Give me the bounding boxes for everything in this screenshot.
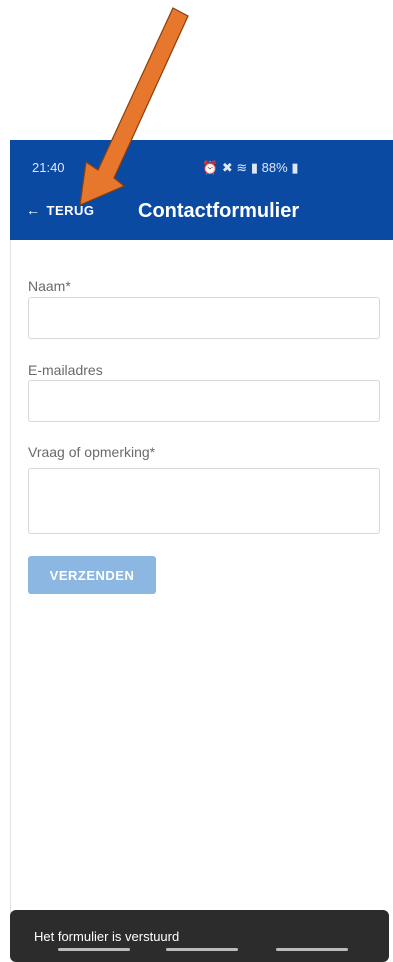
page-title: Contactformulier <box>138 200 300 222</box>
nav-bar-right <box>276 948 348 951</box>
question-label: Vraag of opmerking* <box>28 444 156 460</box>
alarm-icon: ⏰ <box>202 160 219 175</box>
back-label: TERUG <box>46 203 95 218</box>
nav-bar-left <box>58 948 130 951</box>
signal-icon: ▮ <box>250 160 259 175</box>
wifi-icon: ≋ <box>236 160 248 175</box>
app-bar: 21:40 ⏰ ✖ ≋ ▮ 88% ▮ ← TERUG Contactformul… <box>10 140 393 240</box>
back-arrow-icon: ← <box>26 202 41 218</box>
screen-edge <box>10 140 11 955</box>
name-field[interactable] <box>28 297 380 339</box>
toast-message: Het formulier is verstuurd <box>10 910 389 962</box>
status-time: 21:40 <box>32 160 65 175</box>
status-bar: 21:40 ⏰ ✖ ≋ ▮ 88% ▮ <box>10 140 393 190</box>
phone-screen: 21:40 ⏰ ✖ ≋ ▮ 88% ▮ ← TERUG Contactformul… <box>10 140 393 962</box>
back-button[interactable]: ← TERUG <box>26 202 95 218</box>
name-label: Naam* <box>28 278 71 294</box>
battery-level: 88% <box>261 160 288 175</box>
email-label: E-mailadres <box>28 362 103 378</box>
battery-icon: ▮ <box>291 160 299 175</box>
status-icons: ⏰ ✖ ≋ ▮ 88% ▮ <box>202 160 298 176</box>
mute-icon: ✖ <box>221 160 233 175</box>
email-field[interactable] <box>28 380 380 422</box>
question-field[interactable] <box>28 468 380 534</box>
submit-button[interactable]: VERZENDEN <box>28 556 156 594</box>
nav-bar-center <box>166 948 238 951</box>
